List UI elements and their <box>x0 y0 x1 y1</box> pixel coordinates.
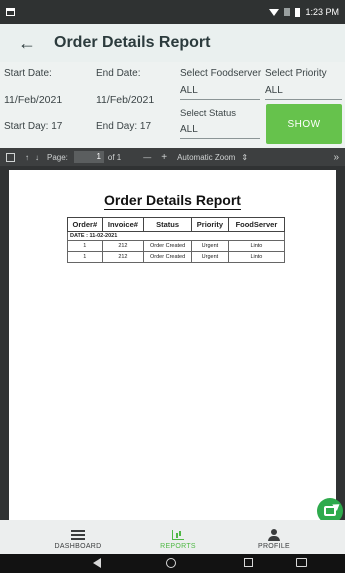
report-title: Order Details Report <box>104 192 241 210</box>
pdf-page: Order Details Report Order# Invoice# Sta… <box>9 170 336 520</box>
system-home-icon[interactable] <box>166 558 176 568</box>
start-date-label: Start Date: <box>4 68 52 79</box>
priority-select[interactable]: ALL <box>265 85 342 100</box>
system-recents-icon[interactable] <box>244 558 253 567</box>
report-table: Order# Invoice# Status Priority FoodServ… <box>67 217 286 263</box>
table-row: 1 212 Order Created Urgent Linto <box>67 240 286 252</box>
app-bar: ← Order Details Report <box>0 24 345 62</box>
nav-label-dashboard: DASHBOARD <box>54 543 102 550</box>
bottom-nav: DASHBOARD REPORTS PROFILE <box>0 520 345 554</box>
page-count: of 1 <box>107 152 122 162</box>
start-day: Start Day: 17 <box>4 121 63 132</box>
show-button[interactable]: SHOW <box>266 104 342 144</box>
wifi-icon <box>269 8 280 16</box>
filter-panel: Start Date: 11/Feb/2021 Start Day: 17 En… <box>0 62 345 148</box>
zoom-select-arrow-icon[interactable]: ⇕ <box>241 153 248 162</box>
back-arrow-icon[interactable]: ← <box>18 33 54 54</box>
cell-status: Order Created <box>143 240 193 252</box>
table-header-row: Order# Invoice# Status Priority FoodServ… <box>67 217 286 232</box>
pdf-toolbar: ↑ ↓ Page: 1 of 1 — + Automatic Zoom ⇕ » <box>0 148 345 166</box>
status-select[interactable]: ALL <box>180 124 260 139</box>
profile-icon <box>267 529 281 541</box>
end-date-label: End Date: <box>96 68 141 79</box>
nav-item-reports[interactable]: REPORTS <box>148 520 208 554</box>
dashboard-icon <box>71 530 85 540</box>
col-order: Order# <box>67 217 103 232</box>
col-foodserver: FoodServer <box>227 217 286 232</box>
battery-icon <box>295 7 301 17</box>
cell-foodserver: Linto <box>227 240 286 252</box>
cell-invoice: 212 <box>101 251 145 263</box>
table-row: 1 212 Order Created Urgent Linto <box>67 251 286 263</box>
end-day: End Day: 17 <box>96 121 152 132</box>
reports-icon <box>172 530 184 540</box>
cell-priority: Urgent <box>191 240 229 252</box>
nav-item-profile[interactable]: PROFILE <box>244 520 304 554</box>
system-back-icon[interactable] <box>93 558 101 568</box>
notification-icon <box>6 8 15 16</box>
nav-label-reports: REPORTS <box>160 543 196 550</box>
zoom-out-button[interactable]: — <box>143 153 151 162</box>
status-time: 1:23 PM <box>305 7 339 17</box>
system-nav-bar <box>0 554 345 573</box>
date-group: DATE : 11-02-2021 <box>67 231 285 241</box>
end-date-value[interactable]: 11/Feb/2021 <box>96 94 154 106</box>
keyboard-icon[interactable] <box>296 558 307 567</box>
sim-icon <box>284 8 291 16</box>
col-invoice: Invoice# <box>101 217 145 232</box>
pdf-viewer[interactable]: Order Details Report Order# Invoice# Sta… <box>0 166 345 520</box>
more-tools-icon[interactable]: » <box>333 152 339 163</box>
cell-invoice: 212 <box>101 240 145 252</box>
sidebar-toggle-icon[interactable] <box>6 152 15 162</box>
page-number-input[interactable]: 1 <box>73 151 104 163</box>
nav-label-profile: PROFILE <box>257 543 291 550</box>
next-page-icon[interactable]: ↓ <box>35 153 39 162</box>
col-status: Status <box>143 217 193 232</box>
share-icon <box>324 506 336 516</box>
app-root: 1:23 PM ← Order Details Report Start Dat… <box>0 0 345 573</box>
cell-status: Order Created <box>143 251 193 263</box>
page-title: Order Details Report <box>54 34 211 51</box>
cell-order: 1 <box>67 240 103 252</box>
foodserver-select[interactable]: ALL <box>180 85 260 100</box>
foodserver-label: Select Foodserver <box>180 68 262 79</box>
cell-foodserver: Linto <box>227 251 286 263</box>
priority-label: Select Priority <box>265 68 327 79</box>
col-priority: Priority <box>191 217 229 232</box>
start-date-value[interactable]: 11/Feb/2021 <box>4 94 62 106</box>
zoom-select[interactable]: Automatic Zoom <box>177 153 235 162</box>
page-label: Page: <box>47 152 68 162</box>
date-group-row: DATE : 11-02-2021 <box>67 231 285 241</box>
status-bar: 1:23 PM <box>0 0 345 24</box>
previous-page-icon[interactable]: ↑ <box>25 153 29 162</box>
cell-priority: Urgent <box>191 251 229 263</box>
zoom-in-button[interactable]: + <box>161 152 167 163</box>
nav-item-dashboard[interactable]: DASHBOARD <box>48 520 108 554</box>
cell-order: 1 <box>67 251 103 263</box>
status-label: Select Status <box>180 108 236 119</box>
